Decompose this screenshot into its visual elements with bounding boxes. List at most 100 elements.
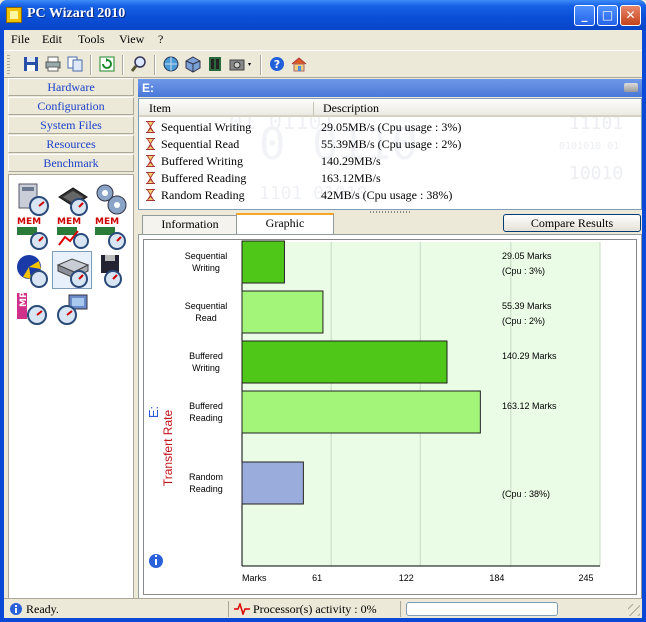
cube-icon[interactable]: [184, 55, 202, 73]
cpu-benchmark-icon[interactable]: [15, 181, 51, 217]
chip-benchmark-icon[interactable]: [55, 181, 91, 217]
refresh-icon[interactable]: [98, 55, 116, 73]
column-separator[interactable]: [313, 102, 314, 115]
home-icon[interactable]: [290, 55, 308, 73]
column-item[interactable]: Item: [149, 101, 171, 116]
x-tick-label: 184: [489, 573, 504, 583]
svg-text:?: ?: [274, 58, 280, 71]
drive-header: E:: [138, 79, 642, 97]
category-label: Random: [189, 472, 223, 482]
list-item[interactable]: Sequential Writing 29.05MB/s (Cpu usage :…: [139, 119, 641, 136]
list-item-description: 163.12MB/s: [321, 171, 381, 185]
chart-bar: [241, 461, 304, 505]
graphic-panel: Sequential Writing 29.05 Marks (Cpu : 3%) Se…: [138, 234, 642, 600]
sidebar-item-configuration[interactable]: Configuration: [8, 97, 134, 115]
tab-information[interactable]: Information: [142, 215, 238, 234]
status-progress-bar: [406, 602, 558, 616]
tab-graphic[interactable]: Graphic: [236, 213, 334, 234]
memory-icon[interactable]: [206, 55, 224, 73]
mem-latency-benchmark-icon[interactable]: MEM: [93, 215, 129, 251]
x-axis-label: Marks: [242, 573, 267, 583]
category-label: Buffered: [189, 401, 223, 411]
list-item-description: 55.39MB/s (Cpu usage : 2%): [321, 137, 462, 151]
menu-file[interactable]: File: [11, 32, 30, 47]
toolbar-grip[interactable]: [7, 55, 10, 75]
list-item-name: Random Reading: [161, 188, 245, 202]
menu-help[interactable]: ?: [158, 32, 163, 47]
status-processor-activity: Processor(s) activity : 0%: [253, 602, 377, 616]
sidebar-item-resources[interactable]: Resources: [8, 135, 134, 153]
toolbar-separator: [154, 55, 156, 75]
status-ready: Ready.: [26, 602, 59, 616]
list-item-description: 42MB/s (Cpu usage : 38%): [321, 188, 453, 202]
save-icon[interactable]: [22, 55, 40, 73]
mem-graph-benchmark-icon[interactable]: MEM: [55, 215, 91, 251]
toolbar-separator: [260, 55, 262, 75]
sidebar-item-system-files[interactable]: System Files: [8, 116, 134, 134]
network-icon[interactable]: [162, 55, 180, 73]
marks-label: 29.05 Marks: [502, 251, 552, 261]
menu-edit[interactable]: Edit: [42, 32, 62, 47]
sidebar-item-hardware[interactable]: Hardware: [8, 78, 134, 96]
list-item-name: Sequential Read: [161, 137, 240, 151]
multimedia-benchmark-icon[interactable]: [55, 291, 91, 327]
close-button[interactable]: ✕: [620, 5, 641, 26]
svg-text:MEM: MEM: [57, 217, 81, 227]
list-item[interactable]: Random Reading 42MB/s (Cpu usage : 38%): [139, 187, 641, 204]
app-window: PC Wizard 2010 _ □ ✕ File Edit Tools Vie…: [0, 0, 646, 622]
window-title: PC Wizard 2010: [27, 6, 126, 21]
hdd-benchmark-icon[interactable]: [55, 253, 91, 289]
resize-grip[interactable]: [628, 604, 640, 616]
results-list[interactable]: 01 01101 0 0110 11101 0101010 01 10010 1…: [138, 98, 642, 210]
chart-info-icon[interactable]: [149, 554, 163, 568]
app-logo-icon: [6, 7, 22, 23]
copy-icon[interactable]: [66, 55, 84, 73]
column-description[interactable]: Description: [323, 101, 379, 116]
menu-view[interactable]: View: [119, 32, 144, 47]
list-item-name: Buffered Writing: [161, 154, 244, 168]
toolbar-separator: [90, 55, 92, 75]
sidebar-item-benchmark[interactable]: Benchmark: [8, 154, 134, 172]
compare-results-button[interactable]: Compare Results: [503, 214, 641, 232]
category-label: Reading: [189, 484, 223, 494]
category-label: Sequential: [185, 251, 228, 261]
camera-icon[interactable]: [228, 55, 254, 73]
chart-bar: [241, 290, 324, 334]
title-bar[interactable]: PC Wizard 2010 _ □ ✕: [0, 0, 646, 30]
toolbar-separator: [122, 55, 124, 75]
pulse-icon: [234, 603, 250, 615]
chart-frame: Sequential Writing 29.05 Marks (Cpu : 3%) Se…: [143, 239, 637, 595]
print-icon[interactable]: [44, 55, 62, 73]
mem-benchmark-icon[interactable]: MEM: [15, 215, 51, 251]
list-item-description: 29.05MB/s (Cpu usage : 3%): [321, 120, 462, 134]
category-label: Writing: [192, 263, 220, 273]
cpu-usage-label: (Cpu : 2%): [502, 316, 545, 326]
benchmark-icon-grid: MEM MEM MEM MP3: [8, 174, 134, 600]
search-icon[interactable]: [130, 55, 148, 73]
status-separator: [400, 601, 401, 617]
list-item-name: Sequential Writing: [161, 120, 252, 134]
y-axis-label: Transfert Rate: [161, 410, 175, 487]
video-benchmark-icon[interactable]: [15, 253, 51, 289]
list-item-name: Buffered Reading: [161, 171, 247, 185]
minimize-button[interactable]: _: [574, 5, 595, 26]
chart-bar: [241, 390, 481, 434]
toolbar: ?: [4, 50, 642, 78]
list-item[interactable]: Buffered Reading 163.12MB/s: [139, 170, 641, 187]
marks-label: 163.12 Marks: [502, 401, 557, 411]
client-area: File Edit Tools View ? ? Hardware Config…: [4, 30, 642, 618]
marks-label: 140.29 Marks: [502, 351, 557, 361]
chart-bar: [241, 240, 285, 284]
category-label: Read: [195, 313, 217, 323]
maximize-button[interactable]: □: [597, 5, 618, 26]
info-icon: [10, 603, 22, 615]
list-item[interactable]: Sequential Read 55.39MB/s (Cpu usage : 2%…: [139, 136, 641, 153]
mp3-benchmark-icon[interactable]: MP3: [15, 291, 51, 327]
menu-tools[interactable]: Tools: [78, 32, 105, 47]
help-icon[interactable]: ?: [268, 55, 286, 73]
chart-bar: [241, 340, 448, 384]
list-item[interactable]: Buffered Writing 140.29MB/s: [139, 153, 641, 170]
floppy-benchmark-icon[interactable]: [93, 253, 129, 289]
gears-benchmark-icon[interactable]: [93, 181, 129, 217]
list-header: Item Description: [139, 99, 641, 117]
